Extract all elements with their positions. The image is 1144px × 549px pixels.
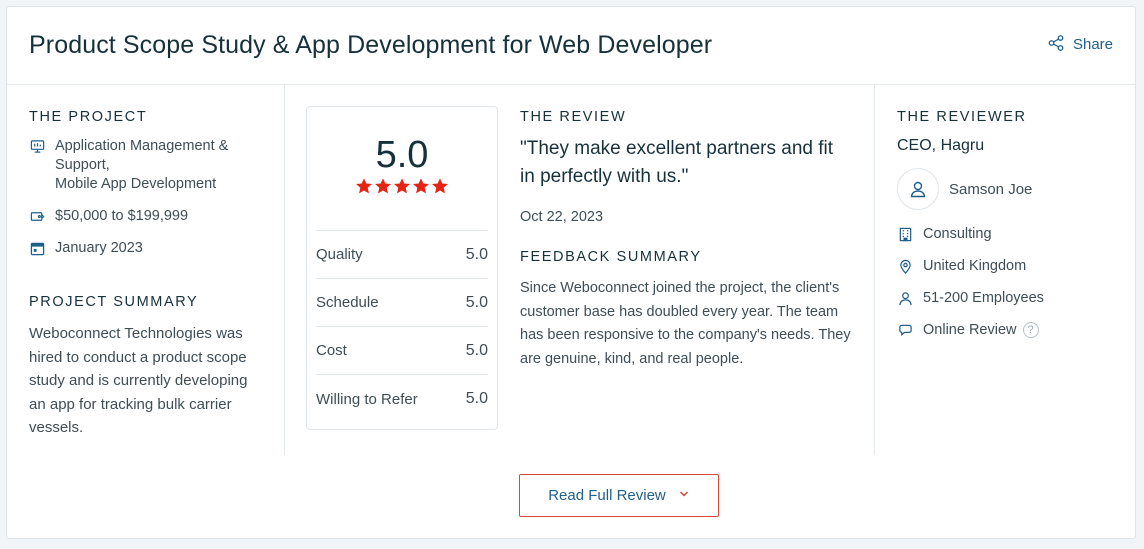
project-column: THE PROJECT Application Management & Sup… bbox=[7, 85, 285, 455]
rating-value: 5.0 bbox=[465, 245, 488, 263]
review-date: Oct 22, 2023 bbox=[520, 209, 604, 225]
share-label: Share bbox=[1072, 36, 1113, 53]
help-icon[interactable]: ? bbox=[1022, 322, 1039, 339]
overall-score: 5.0 bbox=[375, 134, 429, 176]
location-pin-icon bbox=[897, 257, 913, 276]
project-budget: $50,000 to $199,999 bbox=[29, 207, 262, 226]
reviewer-name: Samson Joe bbox=[949, 180, 1033, 198]
star-icon bbox=[375, 178, 391, 194]
project-date-value: January 2023 bbox=[55, 240, 143, 256]
rating-breakdown: Quality 5.0 Schedule 5.0 Cost 5.0 Willin… bbox=[316, 231, 488, 423]
avatar bbox=[897, 168, 939, 210]
card-header: Product Scope Study & App Development fo… bbox=[7, 7, 1135, 85]
budget-value: $50,000 to $199,999 bbox=[55, 208, 189, 224]
reviewer-company-size: 51-200 Employees bbox=[897, 289, 1115, 308]
overall-score-box: 5.0 bbox=[316, 107, 488, 231]
location-value: United Kingdom bbox=[923, 258, 1027, 274]
star-icon bbox=[413, 178, 429, 194]
project-section-label: THE PROJECT bbox=[29, 109, 148, 125]
project-meta: Application Management & Support, Mobile… bbox=[29, 137, 262, 258]
rating-value: 5.0 bbox=[465, 293, 488, 311]
project-summary-text: Weboconnect Technologies was hired to co… bbox=[29, 325, 248, 436]
reviewer-meta: Consulting United Kingdom 51-200 Employe… bbox=[897, 225, 1115, 340]
chat-bubble-icon bbox=[897, 321, 913, 340]
reviewer-industry: Consulting bbox=[897, 225, 1115, 244]
review-card: Product Scope Study & App Development fo… bbox=[6, 6, 1136, 539]
reviewer-review-type: Online Review? bbox=[897, 321, 1115, 340]
reviewer-role: CEO, Hagru bbox=[897, 137, 985, 154]
rating-value: 5.0 bbox=[465, 390, 488, 407]
rating-label: Schedule bbox=[316, 294, 379, 311]
review-section-label: THE REVIEW bbox=[520, 109, 627, 125]
star-rating bbox=[355, 177, 449, 195]
review-column: THE REVIEW "They make excellent partners… bbox=[498, 85, 875, 455]
reviewer-location: United Kingdom bbox=[897, 257, 1115, 276]
rating-value: 5.0 bbox=[465, 341, 488, 359]
project-summary-label: PROJECT SUMMARY bbox=[29, 294, 199, 310]
reviewer-section-label: THE REVIEWER bbox=[897, 109, 1027, 125]
rating-label: Quality bbox=[316, 246, 363, 263]
user-icon bbox=[897, 289, 913, 308]
rating-label: Willing to Refer bbox=[316, 390, 418, 408]
rating-row-willing-to-refer: Willing to Refer 5.0 bbox=[316, 375, 488, 423]
rating-box: 5.0 Quality 5.0 Schedule 5.0 Cost 5.0 Wi… bbox=[306, 106, 498, 430]
rating-row-cost: Cost 5.0 bbox=[316, 327, 488, 375]
services-line-3: Mobile App Development bbox=[55, 176, 217, 192]
reviewer-column: THE REVIEWER CEO, Hagru Samson Joe Consu… bbox=[875, 85, 1137, 455]
review-type-value: Online Review bbox=[923, 322, 1017, 338]
share-icon bbox=[1047, 34, 1065, 56]
building-icon bbox=[897, 225, 913, 244]
company-size-value: 51-200 Employees bbox=[923, 290, 1044, 306]
chevron-down-icon bbox=[678, 487, 690, 504]
share-button[interactable]: Share bbox=[1047, 34, 1113, 56]
read-full-review-button[interactable]: Read Full Review bbox=[519, 474, 719, 517]
services-line-2: Support, bbox=[55, 157, 110, 173]
user-icon bbox=[910, 181, 926, 198]
rating-label: Cost bbox=[316, 342, 347, 359]
card-body: THE PROJECT Application Management & Sup… bbox=[7, 85, 1135, 455]
feedback-summary-label: FEEDBACK SUMMARY bbox=[520, 249, 702, 265]
services-line-1: Application Management & bbox=[55, 138, 229, 154]
project-services: Application Management & Support, Mobile… bbox=[29, 137, 262, 194]
rating-row-quality: Quality 5.0 bbox=[316, 231, 488, 279]
star-icon bbox=[432, 178, 448, 194]
price-tag-icon bbox=[29, 207, 45, 226]
star-icon bbox=[356, 178, 372, 194]
read-full-review-label: Read Full Review bbox=[548, 487, 666, 504]
project-date: January 2023 bbox=[29, 239, 262, 258]
reviewer-person: Samson Joe bbox=[897, 168, 1115, 210]
rating-row-schedule: Schedule 5.0 bbox=[316, 279, 488, 327]
review-quote: "They make excellent partners and fit in… bbox=[520, 138, 834, 187]
feedback-summary-text: Since Weboconnect joined the project, th… bbox=[520, 280, 851, 367]
calendar-icon bbox=[29, 239, 45, 258]
review-title: Product Scope Study & App Development fo… bbox=[29, 31, 713, 59]
monitor-icon bbox=[29, 137, 45, 156]
industry-value: Consulting bbox=[923, 226, 992, 242]
star-icon bbox=[394, 178, 410, 194]
card-footer: Read Full Review bbox=[7, 455, 1135, 540]
